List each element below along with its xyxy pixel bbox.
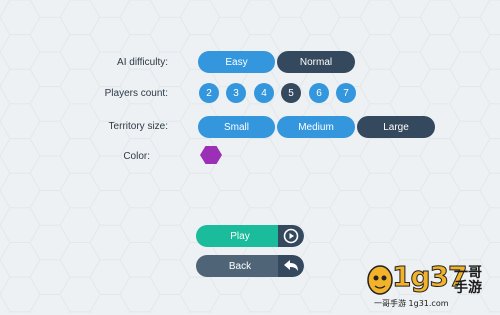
players-5-button[interactable]: 5 (281, 83, 301, 103)
back-arrow-icon (278, 255, 304, 277)
play-icon (278, 225, 304, 247)
watermark-tagline: 一哥手游 1g31.com (374, 299, 449, 308)
territory-size-label: Territory size: (108, 121, 168, 132)
players-3-button[interactable]: 3 (226, 83, 246, 103)
players-4-button[interactable]: 4 (254, 83, 274, 103)
territory-large-button[interactable]: Large (357, 116, 435, 138)
players-7-button[interactable]: 7 (336, 83, 356, 103)
watermark-brand: 一哥手游 (454, 265, 482, 296)
difficulty-normal-button[interactable]: Normal (277, 51, 355, 73)
territory-medium-button[interactable]: Medium (277, 116, 355, 138)
color-label: Color: (123, 151, 150, 162)
back-button[interactable]: Back (196, 255, 304, 277)
players-2-button[interactable]: 2 (199, 83, 219, 103)
color-hexagon-swatch[interactable] (200, 144, 222, 166)
difficulty-easy-button[interactable]: Easy (198, 51, 275, 73)
play-button[interactable]: Play (196, 225, 304, 247)
ai-difficulty-label: AI difficulty: (117, 57, 168, 68)
watermark-logo: 1g37 一哥手游 一哥手游 1g31.com (366, 258, 496, 310)
players-6-button[interactable]: 6 (309, 83, 329, 103)
back-label: Back (196, 255, 278, 277)
territory-small-button[interactable]: Small (198, 116, 275, 138)
play-label: Play (196, 225, 278, 247)
players-count-label: Players count: (104, 88, 168, 99)
